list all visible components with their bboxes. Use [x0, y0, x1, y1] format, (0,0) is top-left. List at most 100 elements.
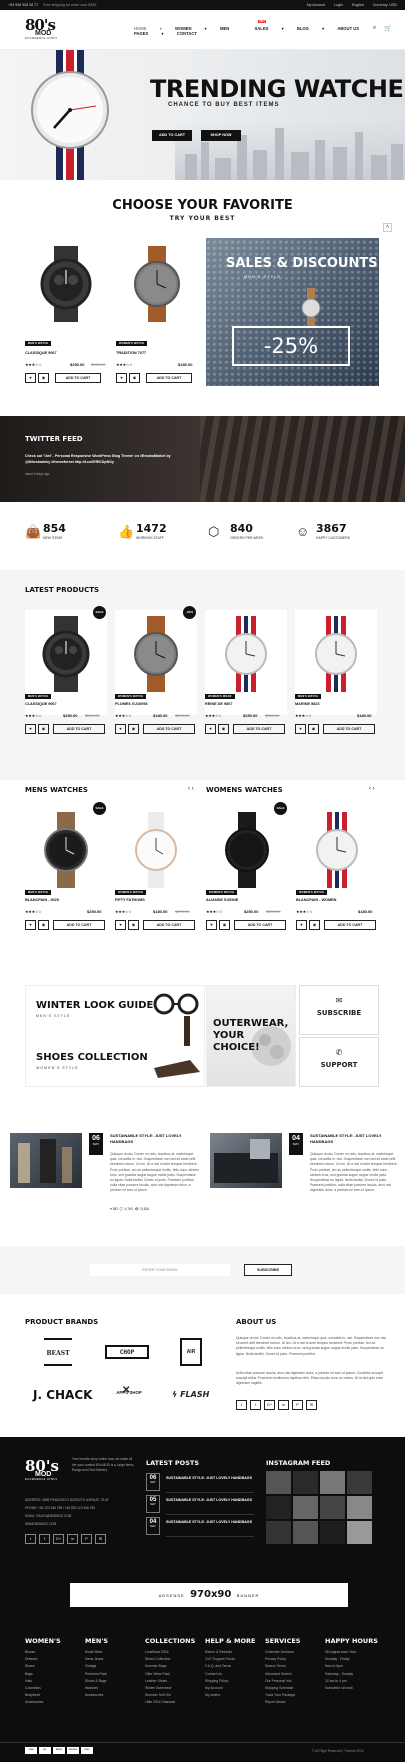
product-name[interactable]: TRADITION 7077 [116, 351, 146, 355]
footer-link[interactable]: Summer Self Girl [145, 1692, 171, 1699]
instagram-thumb[interactable] [266, 1521, 291, 1544]
carousel-arrows[interactable]: ‹ › [188, 786, 194, 792]
instagram-thumb[interactable] [320, 1496, 345, 1519]
cart-icon[interactable]: 🛒 [384, 25, 391, 32]
add-to-cart-button[interactable]: ADD TO CART [143, 724, 195, 734]
heart-icon[interactable]: ♥ [116, 373, 127, 383]
footer-link[interactable]: Watches [85, 1685, 98, 1692]
sales-discount-banner[interactable]: SALES & DISCOUNTS MEN'S STYLE -25% [206, 238, 379, 386]
footer-web[interactable]: WWW.80SMOD.COM [25, 1521, 135, 1528]
footer-logo[interactable]: 80's MOD ECOMMERCE HTML5 [25, 1459, 59, 1482]
heart-icon[interactable]: ♥ [25, 724, 36, 734]
instagram-thumb[interactable] [293, 1471, 318, 1494]
my-account-link[interactable]: My Account [307, 3, 326, 7]
support-box[interactable]: ✆ SUPPORT [299, 1037, 379, 1087]
eye-icon[interactable]: ◉ [218, 724, 229, 734]
newsletter-subscribe-button[interactable]: SUBSCRIBE [244, 1264, 292, 1276]
chevron-up-icon[interactable]: ˄ [383, 223, 392, 232]
social-button[interactable]: t [25, 1534, 36, 1544]
footer-link[interactable]: Summer Bags [145, 1663, 166, 1670]
instagram-thumb[interactable] [266, 1471, 291, 1494]
product-card[interactable]: WOMEN'S WATCH BLANCPAIN - WOMEN ★★★☆☆ $180.… [296, 806, 378, 930]
tweet-text[interactable]: Check out 'Owl' - Personal Responsive Wo… [25, 454, 185, 465]
social-button[interactable]: f [39, 1534, 50, 1544]
product-name[interactable]: FIFTY FATHOMS [115, 898, 145, 902]
blog-image[interactable] [210, 1133, 282, 1188]
social-button[interactable]: in [67, 1534, 78, 1544]
instagram-thumb[interactable] [266, 1496, 291, 1519]
eye-icon[interactable]: ◉ [38, 373, 49, 383]
choose-product-card[interactable]: MEN'S WATCH CLASSIQUE 9067 ★★★☆☆ $250.00… [25, 238, 107, 398]
product-card[interactable]: SALE MEN'S WATCH BLANCPAIN - 3025 ★★★☆☆ $250… [25, 802, 107, 930]
footer-link[interactable]: Customer Services [265, 1649, 294, 1656]
footer-link[interactable]: My orders [205, 1692, 220, 1699]
footer-link[interactable]: Return & Refunds [205, 1649, 232, 1656]
add-to-cart-button[interactable]: ADD TO CART [53, 724, 105, 734]
product-name[interactable]: REINE DE 9807 [205, 702, 232, 706]
footer-link[interactable]: 10 am to 4 pm [325, 1678, 347, 1685]
footer-link[interactable]: Dresses [25, 1656, 37, 1663]
footer-link[interactable]: Vintage [85, 1663, 96, 1670]
footer-link[interactable]: Shoes & Bags [85, 1678, 107, 1685]
product-name[interactable]: BLANCPAIN - 3025 [25, 898, 59, 902]
ad-banner[interactable]: ADSENSE 970x90 BANNER [70, 1583, 348, 1607]
instagram-thumb[interactable] [347, 1521, 372, 1544]
instagram-thumb[interactable] [347, 1496, 372, 1519]
nav-item-contact[interactable]: CONTACT [177, 31, 209, 36]
blog-title[interactable]: SUSTAINABLE STYLE: JUST LOVELY HANDBAGS [110, 1133, 200, 1145]
footer-link[interactable]: Offer Wear Pack [145, 1671, 170, 1678]
footer-link[interactable]: Accessories [85, 1692, 103, 1699]
eye-icon[interactable]: ◉ [128, 920, 139, 930]
language-select[interactable]: English [352, 3, 364, 7]
carousel-arrows[interactable]: ‹ › [369, 786, 375, 792]
add-to-cart-button[interactable]: ADD TO CART [323, 724, 375, 734]
heart-icon[interactable]: ♥ [205, 724, 216, 734]
instagram-thumb[interactable] [320, 1521, 345, 1544]
brand-logo[interactable]: ϟ FLASH [172, 1390, 209, 1399]
footer-link[interactable]: Bodyforce [25, 1692, 40, 1699]
product-card[interactable]: SALE MEN'S WATCH CLASSIQUE 9067 ★★★☆☆ $250.0… [25, 606, 107, 734]
heart-icon[interactable]: ♥ [25, 920, 36, 930]
eye-icon[interactable]: ◉ [38, 724, 49, 734]
footer-link[interactable]: Advanced Search [265, 1671, 292, 1678]
social-button[interactable]: ✉ [95, 1534, 106, 1544]
footer-link[interactable]: Bags [25, 1671, 33, 1678]
footer-link[interactable]: Privacy Policy [265, 1656, 286, 1663]
footer-link[interactable]: Shipping Policy [205, 1678, 228, 1685]
footer-link[interactable]: Cosmetics [25, 1685, 41, 1692]
nav-item-blog[interactable]: BLOG ▾ [297, 26, 324, 31]
footer-link[interactable]: Shoes Collection [145, 1656, 170, 1663]
product-card[interactable]: WOMEN'S WATCH FIFTY FATHOMS ★★★☆☆ $180.00 $2… [115, 806, 197, 930]
product-name[interactable]: BLANCPAIN - WOMEN [296, 898, 336, 902]
footer-link[interactable]: Accessories [25, 1699, 43, 1706]
brand-logo[interactable]: BEAST [44, 1338, 72, 1366]
product-name[interactable]: PLUMES GJ10098 [115, 702, 148, 706]
footer-email[interactable]: EMAIL: SALES@80SMOD.COM [25, 1513, 135, 1520]
footer-link[interactable]: Hats [25, 1678, 32, 1685]
nav-item-about[interactable]: ABOUT US [337, 26, 371, 31]
footer-link[interactable]: Shoes [25, 1663, 35, 1670]
heart-icon[interactable]: ♥ [115, 724, 126, 734]
footer-link[interactable]: Search Terms [265, 1663, 286, 1670]
social-button[interactable]: P [292, 1400, 303, 1410]
blog-image[interactable] [10, 1133, 82, 1188]
heart-icon[interactable]: ♥ [206, 920, 217, 930]
post-title[interactable]: SUSTAINABLE STYLE: JUST LOVELY HANDBAGS [166, 1476, 254, 1481]
footer-link[interactable]: Little 2016 Classical [145, 1699, 175, 1706]
subscribe-box[interactable]: ✉ SUBSCRIBE [299, 985, 379, 1035]
look-guide-banner[interactable]: WINTER LOOK GUIDE MEN'S STYLE SHOES COLL… [25, 985, 205, 1087]
instagram-thumb[interactable] [347, 1471, 372, 1494]
footer-link[interactable]: F.A.Q. and Terms [205, 1663, 231, 1670]
add-to-cart-button[interactable]: ADD TO CART [233, 724, 285, 734]
eye-icon[interactable]: ◉ [308, 724, 319, 734]
product-name[interactable]: CLASSIQUE 9067 [25, 702, 57, 706]
footer-link[interactable]: Our Personal Info [265, 1678, 292, 1685]
blog-title[interactable]: SUSTAINABLE STYLE: JUST LOVELY HANDBAGS [310, 1133, 398, 1145]
email-input[interactable]: ENTER YOUR EMAIL [90, 1264, 230, 1276]
instagram-thumb[interactable] [293, 1496, 318, 1519]
logo[interactable]: 80's MOD ECOMMERCE HTML5 [25, 18, 59, 44]
footer-link[interactable]: 24/7 Support Forum [205, 1656, 235, 1663]
social-button[interactable]: G+ [264, 1400, 275, 1410]
footer-link[interactable]: Mode Wear [85, 1649, 102, 1656]
footer-link[interactable]: Track Your Package [265, 1692, 295, 1699]
